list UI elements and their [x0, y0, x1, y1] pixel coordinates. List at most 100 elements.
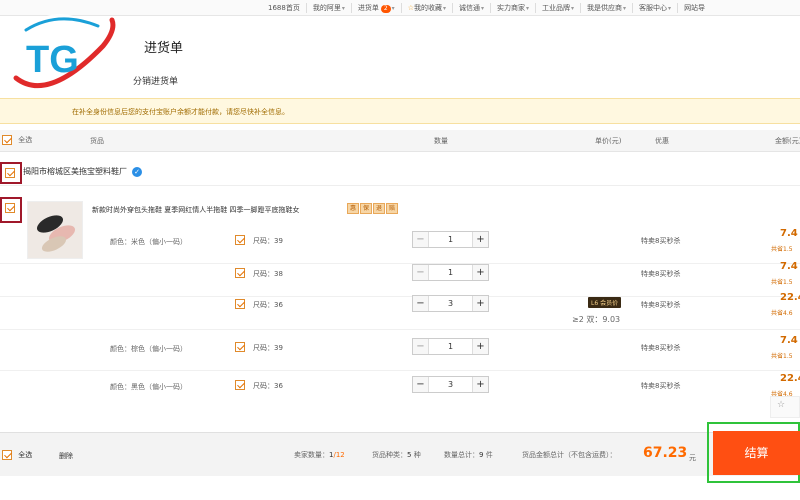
promo-text: 特卖8买秒杀	[641, 382, 681, 390]
sku-row: 颜色：棕色（偏小一码） 尺码：39 − 1 + 特卖8买秒杀 7.4 共省1.5	[0, 333, 800, 371]
quantity-stepper: − 1 +	[412, 231, 489, 248]
nav-power-merchant[interactable]: 实力商家▾	[490, 3, 535, 13]
decrease-button[interactable]: −	[413, 339, 429, 354]
tag-icon[interactable]: 赔	[386, 203, 398, 214]
increase-button[interactable]: +	[472, 296, 488, 311]
tag-icon[interactable]: 退	[373, 203, 385, 214]
nav-my-alibaba[interactable]: 我的阿里▾	[305, 3, 351, 13]
column-header-discount: 优惠	[655, 137, 669, 145]
store-checkbox[interactable]	[5, 168, 15, 178]
quantity-stepper: − 3 +	[412, 295, 489, 312]
decrease-button[interactable]: −	[413, 265, 429, 280]
sku-checkbox[interactable]	[235, 299, 245, 309]
footer-select-all[interactable]: 全选	[2, 450, 32, 460]
chevron-down-icon: ▾	[571, 5, 575, 12]
line-amount: 7.4	[780, 261, 798, 272]
sku-checkbox[interactable]	[235, 235, 245, 245]
sku-color: 颜色：黑色（偏小一码）	[110, 383, 187, 391]
nav-supplier[interactable]: 我是供应商▾	[580, 3, 632, 13]
product-title[interactable]: 新款时尚外穿包头拖鞋 夏季网红情人半拖鞋 四季一脚蹬平底拖鞋女	[92, 205, 299, 215]
nav-site-guide[interactable]: 网站导	[677, 3, 711, 13]
sku-row: 尺码：36 − 3 + 特卖8买秒杀 22.4 共省4.6	[0, 290, 800, 330]
column-header-unit-price: 单价(元)	[595, 137, 622, 145]
tag-icon[interactable]: 惠	[347, 203, 359, 214]
footer-select-all-checkbox[interactable]	[2, 450, 12, 460]
column-header-quantity: 数量	[434, 137, 448, 145]
sku-color: 颜色：棕色（偏小一码）	[110, 345, 187, 353]
chevron-down-icon: ▾	[526, 5, 530, 12]
saved-amount: 共省1.5	[771, 246, 793, 253]
logo-text: TG	[26, 39, 79, 81]
chevron-down-icon: ▾	[442, 5, 446, 12]
increase-button[interactable]: +	[472, 232, 488, 247]
increase-button[interactable]: +	[472, 377, 488, 392]
sku-color: 颜色：米色（偏小一码）	[110, 238, 187, 246]
total-label: 货品金额总计（不包含运费）：	[522, 451, 617, 459]
sku-size: 尺码：39	[253, 344, 283, 352]
header-select-all[interactable]: 全选	[2, 135, 32, 145]
saved-amount: 共省4.6	[771, 310, 793, 317]
quantity-value[interactable]: 1	[429, 339, 472, 354]
chevron-down-icon: ▾	[341, 5, 345, 12]
notice-text: 在补全身份信息后您的支付宝账户余额才能付款，请您尽快补全信息。	[72, 108, 289, 116]
nav-home[interactable]: 1688首页	[262, 3, 306, 13]
line-amount: 22.4	[780, 292, 800, 303]
promo-text: 特卖8买秒杀	[641, 237, 681, 245]
currency-unit: 元	[689, 454, 696, 462]
decrease-button[interactable]: −	[413, 232, 429, 247]
goods-kinds: 货品种类：5 种	[372, 451, 421, 459]
checkout-button[interactable]: 结算	[713, 431, 800, 475]
promo-text: 特卖8买秒杀	[641, 344, 681, 352]
nav-industrial-brand[interactable]: 工业品牌▾	[535, 3, 580, 13]
saved-amount: 共省1.5	[771, 279, 793, 286]
nav-trustpass[interactable]: 诚信通▾	[451, 3, 490, 13]
decrease-button[interactable]: −	[413, 377, 429, 392]
quantity-value[interactable]: 3	[429, 377, 472, 392]
top-nav-bar: 1688首页 我的阿里▾ 进货单 2 ▾ ☆我的收藏▾ 诚信通▾ 实力商家▾ 工业品…	[0, 0, 800, 16]
checkout-footer: 全选 删除 卖家数量：1/12 货品种类：5 种 数量总计：9 件 货品金额总计…	[0, 432, 800, 476]
sku-row: 颜色：黑色（偏小一码） 尺码：36 − 3 + 特卖8买秒杀 22.4 共省4.…	[0, 371, 800, 409]
decrease-button[interactable]: −	[413, 296, 429, 311]
column-header-amount: 金额(元)	[775, 137, 800, 145]
select-all-checkbox[interactable]	[2, 135, 12, 145]
product-checkbox[interactable]	[5, 203, 15, 213]
top-nav-items: 1688首页 我的阿里▾ 进货单 2 ▾ ☆我的收藏▾ 诚信通▾ 实力商家▾ 工业品…	[262, 0, 711, 16]
star-icon[interactable]: ☆	[777, 400, 785, 410]
tab-distribution-cart[interactable]: 分销进货单	[133, 74, 178, 87]
nav-favorites[interactable]: ☆我的收藏▾	[400, 3, 452, 13]
store-name[interactable]: 揭阳市榕城区美拖宝塑料鞋厂 ✓	[23, 166, 142, 177]
member-price-badge: L6 会员价	[588, 297, 622, 308]
delete-button[interactable]: 删除	[59, 451, 73, 461]
line-amount: 7.4	[780, 335, 798, 346]
chevron-down-icon: ▾	[623, 5, 627, 12]
store-row: 揭阳市榕城区美拖宝塑料鞋厂 ✓	[0, 158, 800, 186]
sku-size: 尺码：39	[253, 237, 283, 245]
sku-checkbox[interactable]	[235, 380, 245, 390]
chevron-down-icon: ▾	[391, 5, 395, 12]
promo-text: 特卖8买秒杀	[641, 301, 681, 309]
quantity-stepper: − 3 +	[412, 376, 489, 393]
sku-checkbox[interactable]	[235, 342, 245, 352]
tag-icon[interactable]: 保	[360, 203, 372, 214]
chevron-down-icon: ▾	[668, 5, 672, 12]
verified-shield-icon: ✓	[132, 166, 142, 177]
page-title: 进货单	[144, 41, 184, 56]
increase-button[interactable]: +	[472, 339, 488, 354]
increase-button[interactable]: +	[472, 265, 488, 280]
sku-checkbox[interactable]	[235, 268, 245, 278]
quantity-value[interactable]: 1	[429, 232, 472, 247]
product-tags: 惠 保 退 赔 赔	[347, 203, 411, 214]
total-amount: 67.23	[643, 445, 688, 461]
quantity-value[interactable]: 1	[429, 265, 472, 280]
sku-size: 尺码：38	[253, 270, 283, 278]
promo-text: 特卖8买秒杀	[641, 270, 681, 278]
line-amount: 22.4	[780, 373, 800, 384]
quantity-total: 数量总计：9 件	[444, 451, 493, 459]
quantity-value[interactable]: 3	[429, 296, 472, 311]
nav-cart[interactable]: 进货单 2 ▾	[350, 3, 401, 13]
nav-service-center[interactable]: 客服中心▾	[632, 3, 677, 13]
chevron-down-icon: ▾	[480, 5, 484, 12]
quantity-stepper: − 1 +	[412, 264, 489, 281]
seller-count: 卖家数量：1/12	[294, 451, 345, 459]
table-header: 全选 货品 数量 单价(元) 优惠 金额(元)	[0, 130, 800, 152]
